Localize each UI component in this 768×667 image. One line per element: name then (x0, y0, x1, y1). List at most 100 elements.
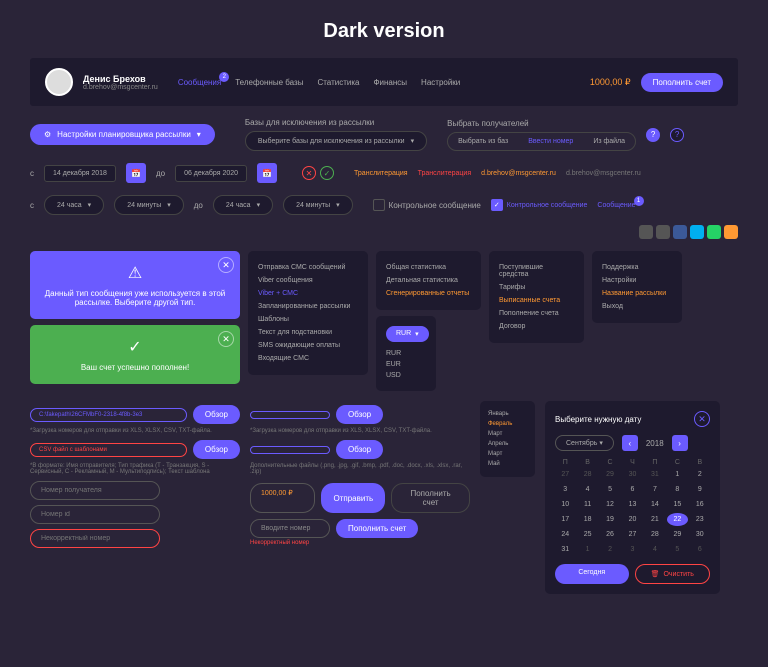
calendar-to-icon[interactable]: 📅 (257, 163, 277, 183)
day[interactable]: 3 (622, 543, 642, 556)
menu3-item-3[interactable]: Пополнение счета (499, 307, 574, 320)
day[interactable]: 15 (667, 498, 687, 511)
help-outline-icon[interactable]: ? (670, 128, 684, 142)
menu1-item-4[interactable]: Шаблоны (258, 313, 358, 326)
topup-button[interactable]: Пополнить счет (641, 73, 723, 92)
menu2-item-0[interactable]: Общая статистика (386, 261, 471, 274)
day[interactable]: 30 (622, 468, 642, 481)
enter-number-input[interactable]: Вводите номер (250, 519, 330, 538)
day[interactable]: 6 (622, 483, 642, 496)
datepicker-close-icon[interactable]: ✕ (694, 411, 710, 427)
day[interactable]: 21 (645, 513, 665, 526)
browse-button-3[interactable]: Обзор (336, 405, 383, 424)
day[interactable]: 12 (600, 498, 620, 511)
day[interactable]: 28 (577, 468, 597, 481)
browse-button-1[interactable]: Обзор (193, 405, 240, 424)
day[interactable]: 19 (600, 513, 620, 526)
day[interactable]: 2 (600, 543, 620, 556)
day[interactable]: 4 (577, 483, 597, 496)
calendar-from-icon[interactable]: 📅 (126, 163, 146, 183)
day[interactable]: 17 (555, 513, 575, 526)
recipient-number-input[interactable] (30, 481, 160, 500)
recipients-fromdb[interactable]: Выбрать из баз (448, 133, 518, 150)
menu3-item-4[interactable]: Договор (499, 320, 574, 333)
day[interactable]: 29 (600, 468, 620, 481)
currency-eur[interactable]: EUR (386, 359, 426, 370)
day[interactable]: 26 (600, 528, 620, 541)
menu2-item-2[interactable]: Сгенерированные отчеты (386, 287, 471, 300)
month-feb[interactable]: Февраль (488, 419, 527, 429)
menu2-item-1[interactable]: Детальная статистика (386, 274, 471, 287)
topup-button-2[interactable]: Пополнить счет (336, 519, 418, 538)
email-link-a[interactable]: d.brehov@msgcenter.ru (481, 170, 556, 177)
month-jan[interactable]: Январь (488, 409, 527, 419)
datepicker-prev-icon[interactable]: ‹ (622, 435, 638, 451)
datepicker-month-dropdown[interactable]: Сентябрь ▾ (555, 435, 614, 451)
day[interactable]: 14 (645, 498, 665, 511)
day[interactable]: 1 (667, 468, 687, 481)
day[interactable]: 2 (690, 468, 710, 481)
date-to-input[interactable]: 06 декабря 2020 (175, 165, 247, 182)
day[interactable]: 3 (555, 483, 575, 496)
day[interactable]: 29 (667, 528, 687, 541)
day[interactable]: 7 (645, 483, 665, 496)
day[interactable]: 20 (622, 513, 642, 526)
recipients-fromfile[interactable]: Из файла (583, 133, 635, 150)
social-skype-icon[interactable] (690, 225, 704, 239)
month-apr[interactable]: Апрель (488, 439, 527, 449)
day[interactable]: 4 (645, 543, 665, 556)
social-tg-icon[interactable] (656, 225, 670, 239)
menu4-item-3[interactable]: Выход (602, 300, 672, 313)
day[interactable]: 28 (645, 528, 665, 541)
day[interactable]: 31 (645, 468, 665, 481)
cancel-icon[interactable]: ✕ (302, 166, 316, 180)
nav-phonebases[interactable]: Телефонные базы (235, 78, 303, 87)
day[interactable]: 27 (555, 468, 575, 481)
exclude-dropdown[interactable]: Выберите базы для исключения из рассылки (245, 131, 427, 151)
browse-button-4[interactable]: Обзор (336, 440, 383, 459)
translit-link-a[interactable]: Транслитерация (354, 170, 408, 177)
currency-rur[interactable]: RUR (386, 348, 426, 359)
date-from-input[interactable]: 14 декабря 2018 (44, 165, 116, 182)
day[interactable]: 25 (577, 528, 597, 541)
menu3-item-1[interactable]: Тарифы (499, 281, 574, 294)
social-fb-icon[interactable] (673, 225, 687, 239)
hours-to-dropdown[interactable]: 24 часа (213, 195, 273, 215)
menu1-item-0[interactable]: Отправка СМС сообщений (258, 261, 358, 274)
topup-outline-button[interactable]: Пополнить счет (391, 483, 470, 513)
day[interactable]: 18 (577, 513, 597, 526)
day[interactable]: 27 (622, 528, 642, 541)
menu1-item-2[interactable]: Viber + СМС (258, 287, 358, 300)
social-vk-icon[interactable] (639, 225, 653, 239)
menu1-item-3[interactable]: Запланированные рассылки (258, 300, 358, 313)
minutes-to-dropdown[interactable]: 24 минуты (283, 195, 353, 215)
bad-number-input[interactable] (30, 529, 160, 548)
help-icon[interactable]: ? (646, 128, 660, 142)
message-link[interactable]: Сообщение1 (597, 202, 635, 209)
datepicker-today-button[interactable]: Сегодня (555, 564, 629, 584)
translit-link-b[interactable]: Транслитерация (418, 170, 472, 177)
send-button[interactable]: Отправить (321, 483, 385, 513)
currency-dropdown[interactable]: RUR▾ (386, 326, 429, 342)
recipients-manual[interactable]: Ввести номер (518, 133, 583, 150)
menu1-item-7[interactable]: Входящие СМС (258, 352, 358, 365)
datepicker-next-icon[interactable]: › (672, 435, 688, 451)
hours-from-dropdown[interactable]: 24 часа (44, 195, 104, 215)
day[interactable]: 8 (667, 483, 687, 496)
menu4-item-1[interactable]: Настройки (602, 274, 672, 287)
datepicker-clear-button[interactable]: 🗑Очистить (635, 564, 711, 584)
social-rss-icon[interactable] (724, 225, 738, 239)
alert-success-close-icon[interactable]: ✕ (218, 331, 234, 347)
day[interactable]: 23 (690, 513, 710, 526)
number-id-input[interactable] (30, 505, 160, 524)
nav-messages[interactable]: Сообщения2 (178, 78, 221, 87)
day[interactable]: 30 (690, 528, 710, 541)
nav-settings[interactable]: Настройки (421, 78, 460, 87)
menu4-item-0[interactable]: Поддержка (602, 261, 672, 274)
menu3-item-2[interactable]: Выписанные счета (499, 294, 574, 307)
menu1-item-6[interactable]: SMS ожидающие оплаты (258, 339, 358, 352)
browse-button-2[interactable]: Обзор (193, 440, 240, 459)
day[interactable]: 5 (667, 543, 687, 556)
day[interactable]: 24 (555, 528, 575, 541)
social-wa-icon[interactable] (707, 225, 721, 239)
